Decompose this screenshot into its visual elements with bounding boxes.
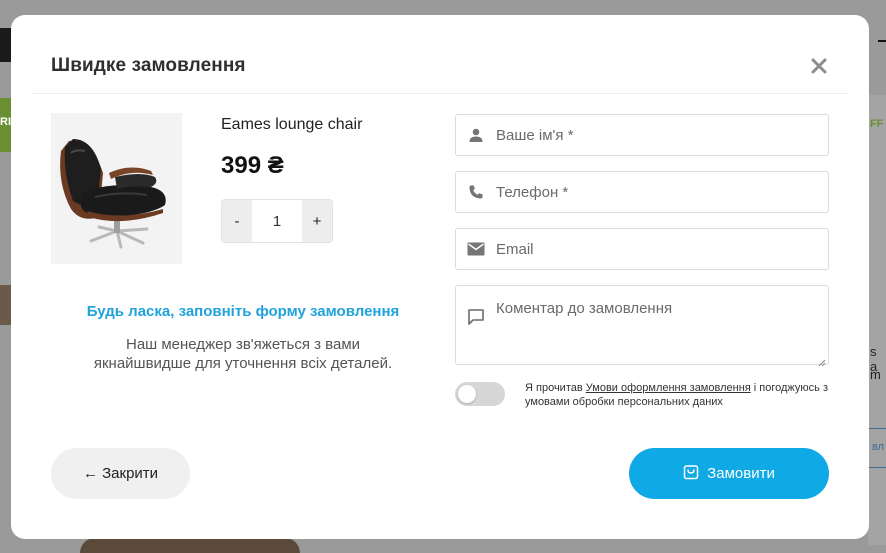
modal-divider [32, 93, 848, 94]
background-banner-fragment-right: FF [870, 118, 884, 130]
toggle-knob [458, 385, 476, 403]
comment-field[interactable] [455, 285, 829, 367]
email-field[interactable] [455, 228, 829, 270]
consent-text: Я прочитав Умови оформлення замовлення і… [525, 381, 835, 409]
product-name: Eames lounge chair [221, 116, 363, 133]
close-icon[interactable] [808, 55, 830, 77]
user-icon [456, 115, 496, 155]
phone-input[interactable] [496, 172, 828, 212]
close-button[interactable]: ← Закрити [51, 448, 190, 499]
consent-toggle[interactable] [455, 382, 505, 406]
comment-input[interactable] [496, 300, 816, 360]
quick-order-modal: Швидке замовлення Eames lounge chair 399… [11, 15, 869, 539]
order-button[interactable]: Замовити [629, 448, 829, 499]
phone-field[interactable] [455, 171, 829, 213]
phone-icon [456, 172, 496, 212]
product-image [51, 113, 182, 264]
quantity-stepper: - 1 + [221, 199, 333, 243]
manager-info-line-1: Наш менеджер зв'яжеться з вами [125, 336, 361, 353]
background-image-fragment [0, 285, 11, 325]
quantity-value[interactable]: 1 [252, 200, 302, 242]
order-terms-link[interactable]: Умови оформлення замовлення [586, 382, 751, 394]
name-input[interactable] [496, 115, 828, 155]
comment-icon [467, 308, 485, 331]
background-menu-fragment [878, 40, 886, 42]
background-panel-fragment [868, 95, 886, 545]
order-button-label: Замовити [707, 465, 775, 482]
manager-info-line-2: якнайшвидше для уточнення всіх деталей. [93, 355, 393, 372]
bag-icon [683, 464, 699, 484]
background-text-fragment: m [870, 367, 881, 382]
email-input[interactable] [496, 229, 828, 269]
manager-info-text: Наш менеджер зв'яжеться з вами якнайшвид… [51, 335, 435, 373]
quantity-increase-button[interactable]: + [302, 200, 332, 242]
resize-handle-icon[interactable] [818, 354, 826, 367]
modal-title: Швидке замовлення [51, 55, 246, 76]
quantity-decrease-button[interactable]: - [222, 200, 252, 242]
consent-prefix: Я прочитав [525, 382, 586, 394]
name-field[interactable] [455, 114, 829, 156]
mail-icon [456, 229, 496, 269]
background-button-fragment: вл [868, 428, 886, 468]
form-prompt: Будь ласка, заповніть форму замовлення [86, 303, 400, 320]
background-image-fragment [80, 538, 300, 553]
product-price: 399 ₴ [221, 152, 284, 179]
